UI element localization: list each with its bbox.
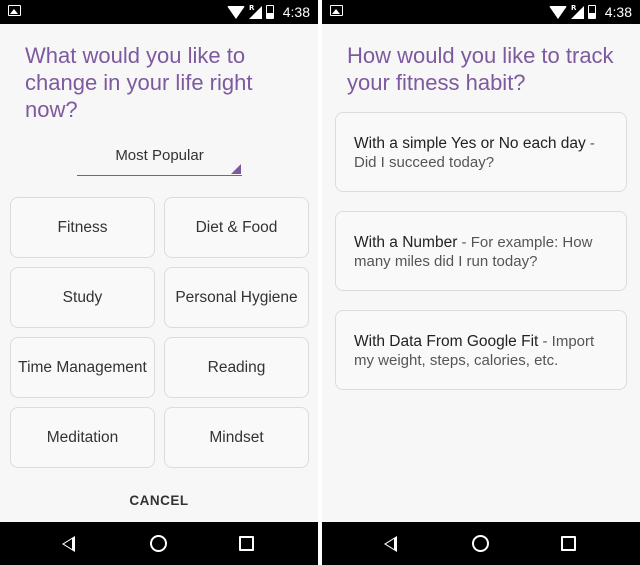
category-time-management-button[interactable]: Time Management [10, 337, 155, 398]
status-time: 4:38 [604, 4, 632, 20]
category-meditation-button[interactable]: Meditation [10, 407, 155, 468]
tracking-method-question: How would you like to track your fitness… [347, 43, 614, 95]
recent-apps-icon[interactable] [239, 536, 254, 551]
battery-icon [266, 5, 274, 19]
recent-apps-icon[interactable] [561, 536, 576, 551]
roaming-indicator: R [249, 3, 255, 12]
category-filter-dropdown[interactable]: Most Popular [77, 146, 242, 176]
option-google-fit-button[interactable]: With Data From Google Fit - Import my we… [335, 310, 627, 390]
tracking-options-list: With a simple Yes or No each day - Did I… [335, 112, 627, 409]
option-title: With Data From Google Fit [354, 333, 539, 350]
category-reading-button[interactable]: Reading [164, 337, 309, 398]
category-diet-food-button[interactable]: Diet & Food [164, 197, 309, 258]
home-icon[interactable] [150, 535, 167, 552]
wifi-icon [549, 5, 567, 19]
status-time: 4:38 [282, 4, 310, 20]
signal-icon: R [249, 3, 262, 19]
back-icon[interactable] [384, 536, 397, 552]
home-icon[interactable] [472, 535, 489, 552]
option-title: With a simple Yes or No each day [354, 135, 586, 152]
navigation-bar [322, 522, 640, 565]
option-yes-no-button[interactable]: With a simple Yes or No each day - Did I… [335, 112, 627, 192]
battery-icon [588, 5, 596, 19]
status-bar: R 4:38 [322, 0, 640, 24]
dropdown-selected-value: Most Popular [115, 147, 204, 164]
right-screen: R 4:38 How would you like to track your … [322, 0, 640, 565]
back-icon[interactable] [62, 536, 75, 552]
habit-category-question: What would you like to change in your li… [25, 43, 253, 122]
wifi-icon [227, 5, 245, 19]
image-notification-icon [330, 5, 343, 16]
left-screen: R 4:38 What would you like to change in … [0, 0, 318, 565]
dropdown-caret-icon [231, 164, 241, 174]
category-fitness-button[interactable]: Fitness [10, 197, 155, 258]
category-grid: Fitness Diet & Food Study Personal Hygie… [10, 197, 310, 468]
image-notification-icon [8, 5, 21, 16]
signal-icon: R [571, 3, 584, 19]
roaming-indicator: R [571, 3, 577, 12]
option-title: With a Number [354, 234, 458, 251]
status-bar: R 4:38 [0, 0, 318, 24]
option-number-button[interactable]: With a Number - For example: How many mi… [335, 211, 627, 291]
category-study-button[interactable]: Study [10, 267, 155, 328]
cancel-button[interactable]: CANCEL [0, 493, 318, 508]
category-mindset-button[interactable]: Mindset [164, 407, 309, 468]
navigation-bar [0, 522, 318, 565]
category-personal-hygiene-button[interactable]: Personal Hygiene [164, 267, 309, 328]
